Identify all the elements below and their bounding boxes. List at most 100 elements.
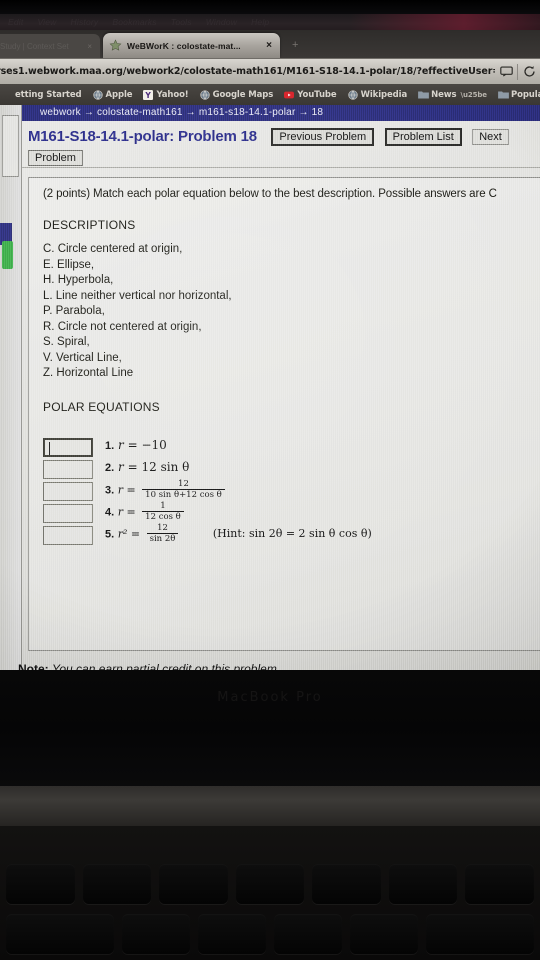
folder-icon <box>418 90 430 100</box>
fraction-denominator: 12 cos θ <box>142 510 184 522</box>
bookmark-label: Apple <box>105 89 133 100</box>
bookmark-getting-started[interactable]: etting Started <box>2 90 82 100</box>
browser-tab-strip: Study | Context Set × WeBWorK : colostat… <box>0 30 540 58</box>
address-bar[interactable]: rses1.webwork.maa.org/webwork2/colostate… <box>0 58 540 84</box>
equation-3: 3. r = 12 10 sin θ+12 cos θ <box>105 479 228 501</box>
descriptions-list: C. Circle centered at origin, E. Ellipse… <box>43 242 540 382</box>
equation-number: 2. <box>105 461 115 474</box>
equation-fraction: 12 10 sin θ+12 cos θ <box>142 479 225 500</box>
bookmark-label: Yahoo! <box>156 89 189 100</box>
bookmark-label: YouTube <box>297 89 337 100</box>
key[interactable] <box>159 864 228 904</box>
fraction-denominator: sin 2θ <box>146 532 179 544</box>
background-tab-title: Study | Context Set <box>0 41 69 51</box>
problem-list-button[interactable]: Problem List <box>384 128 462 146</box>
equation-rhs: 12 sin θ <box>141 459 190 474</box>
equation-number: 4. <box>105 506 115 518</box>
new-tab-button[interactable]: + <box>292 39 298 51</box>
bookmark-wikipedia[interactable]: Wikipedia <box>347 89 408 100</box>
key[interactable] <box>198 914 266 954</box>
youtube-icon <box>284 90 295 100</box>
equation-equals: = <box>126 483 136 496</box>
folder-icon <box>498 90 509 100</box>
list-item: S. Spiral, <box>43 336 90 348</box>
menu-item-edit[interactable]: Edit <box>8 17 23 27</box>
bookmark-label: etting Started <box>15 89 82 100</box>
bookmark-google-maps[interactable]: Google Maps <box>199 89 273 100</box>
bookmark-label: Wikipedia <box>360 89 408 100</box>
equation-2: 2. r = 12 sin θ <box>105 460 189 474</box>
answer-input-4[interactable] <box>43 503 93 523</box>
previous-problem-button[interactable]: Previous Problem <box>271 128 375 146</box>
key[interactable] <box>312 864 381 904</box>
laptop-hinge <box>0 786 540 826</box>
fraction-numerator: 12 <box>178 478 189 489</box>
bookmark-folder-news[interactable]: News \u25be <box>418 90 487 100</box>
key[interactable] <box>6 914 115 954</box>
bookmark-youtube[interactable]: YouTube <box>284 89 337 100</box>
globe-icon <box>92 89 103 100</box>
note-text: You can earn partial credit on this prob… <box>52 662 281 670</box>
keyboard-row[interactable] <box>0 864 540 904</box>
macos-menubar[interactable]: Edit View History Bookmarks Tools Window… <box>0 14 540 30</box>
answer-input-3[interactable] <box>43 481 93 501</box>
key[interactable] <box>235 864 305 904</box>
bookmark-folder-popular[interactable]: Popular \u25be <box>498 90 540 100</box>
key[interactable] <box>82 864 152 904</box>
equation-rhs: −10 <box>141 437 167 452</box>
equation-equals: = <box>127 437 138 452</box>
key[interactable] <box>425 914 534 954</box>
close-icon[interactable]: × <box>266 40 274 51</box>
note-label: Note: <box>18 662 49 670</box>
page-left-rail <box>0 105 22 670</box>
list-item: P. Parabola, <box>43 305 105 317</box>
list-item: E. Ellipse, <box>43 258 95 271</box>
background-tab[interactable]: Study | Context Set × <box>0 34 100 58</box>
key[interactable] <box>6 864 75 904</box>
next-problem-button-wrapped[interactable]: Problem <box>28 150 83 166</box>
menu-item-view[interactable]: View <box>37 17 56 27</box>
reader-mode-icon[interactable] <box>495 66 517 77</box>
key[interactable] <box>388 864 458 904</box>
equation-equals: = <box>126 505 136 518</box>
equation-lhs: r <box>117 505 123 518</box>
screen-bezel-top <box>0 0 540 14</box>
list-item: Z. Horizontal Line <box>43 367 134 379</box>
menu-item-help[interactable]: Help <box>251 17 269 27</box>
bookmark-apple[interactable]: Apple <box>92 89 133 100</box>
active-tab[interactable]: WeBWorK : colostate-mat... × <box>103 33 280 58</box>
equation-number: 5. <box>105 528 115 540</box>
answer-input-1[interactable] <box>43 437 93 457</box>
menu-item-window[interactable]: Window <box>206 17 237 27</box>
menu-item-tools[interactable]: Tools <box>171 17 192 27</box>
key[interactable] <box>122 914 191 954</box>
answer-input-5[interactable] <box>43 525 93 545</box>
dots-icon <box>2 90 12 100</box>
equation-5: 5. r² = 12 sin 2θ (Hint: sin 2θ = 2 sin … <box>105 522 372 545</box>
menu-item-history[interactable]: History <box>71 17 99 27</box>
star-favicon <box>109 39 122 52</box>
fraction-numerator: 1 <box>160 500 166 511</box>
descriptions-heading: DESCRIPTIONS <box>43 218 136 232</box>
breadcrumb[interactable]: webwork → colostate-math161 → m161-s18-1… <box>22 105 540 121</box>
answer-input-2[interactable] <box>43 459 93 479</box>
key[interactable] <box>274 914 342 954</box>
equation-number: 1. <box>105 439 115 452</box>
globe-icon <box>199 89 210 100</box>
bookmark-yahoo[interactable]: Y Yahoo! <box>143 89 189 100</box>
bookmark-label: Popular <box>510 89 540 100</box>
reload-icon[interactable] <box>518 65 540 78</box>
next-problem-button[interactable]: Next <box>472 129 509 145</box>
url-input[interactable]: rses1.webwork.maa.org/webwork2/colostate… <box>0 66 495 77</box>
bookmarks-bar[interactable]: etting Started Apple Y Yahoo! Google Map… <box>0 84 540 105</box>
key[interactable] <box>465 864 535 904</box>
fraction-denominator: 10 sin θ+12 cos θ <box>142 488 225 500</box>
keyboard-row[interactable] <box>0 914 540 954</box>
webwork-page: webwork → colostate-math161 → m161-s18-1… <box>0 105 540 670</box>
menu-item-bookmarks[interactable]: Bookmarks <box>112 17 156 27</box>
bookmark-label: News <box>431 89 457 100</box>
close-icon[interactable]: × <box>87 42 92 51</box>
equations-list: 1. r = −10 2. r = 12 sin θ 3. r = 12 10 … <box>43 430 540 550</box>
key[interactable] <box>349 914 418 954</box>
fraction-numerator: 12 <box>157 522 168 533</box>
